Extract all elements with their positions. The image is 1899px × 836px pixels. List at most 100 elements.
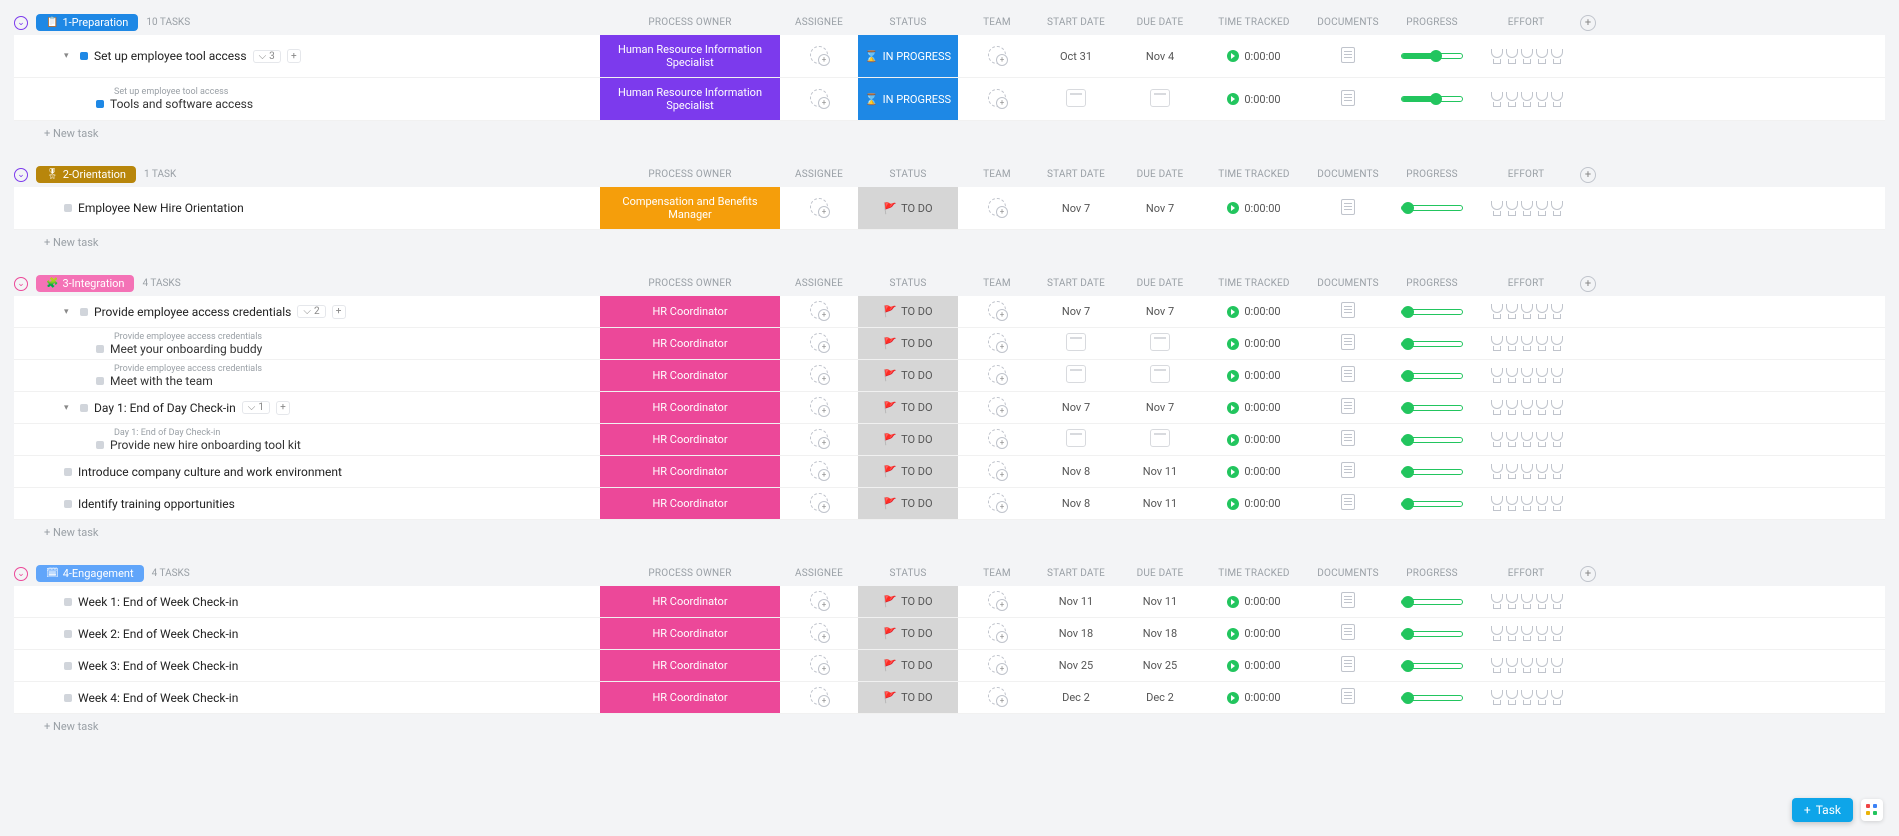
group-badge[interactable]: 🗓 4-Engagement xyxy=(36,565,144,582)
time-tracked-cell[interactable]: 0:00:00 xyxy=(1204,337,1304,350)
add-column-button[interactable]: + xyxy=(1580,566,1596,582)
task-name-cell[interactable]: Week 4: End of Week Check-in xyxy=(36,691,596,705)
process-owner-cell[interactable]: HR Coordinator xyxy=(600,618,780,649)
progress-cell[interactable] xyxy=(1392,631,1472,637)
time-tracked-cell[interactable]: 0:00:00 xyxy=(1204,659,1304,672)
documents-cell[interactable] xyxy=(1308,334,1388,353)
documents-cell[interactable] xyxy=(1308,199,1388,218)
new-task-link[interactable]: + New task xyxy=(14,520,1885,539)
collapse-group-icon[interactable]: ⌄ xyxy=(14,16,28,30)
status-cell-todo[interactable]: 🚩TO DO xyxy=(858,456,958,487)
status-cell-todo[interactable]: 🚩TO DO xyxy=(858,424,958,455)
apps-grid-button[interactable] xyxy=(1861,799,1883,821)
task-name-cell[interactable]: Employee New Hire Orientation xyxy=(36,201,596,215)
due-date-cell[interactable]: Nov 11 xyxy=(1120,595,1200,608)
progress-cell[interactable] xyxy=(1392,501,1472,507)
team-cell[interactable] xyxy=(962,687,1032,708)
task-name-cell[interactable]: Set up employee tool access Tools and so… xyxy=(36,87,596,111)
add-column-button[interactable]: + xyxy=(1580,167,1596,183)
due-date-cell[interactable]: Nov 7 xyxy=(1120,202,1200,215)
time-tracked-cell[interactable]: 0:00:00 xyxy=(1204,691,1304,704)
task-name-cell[interactable]: ▾ Set up employee tool access ⌵3+ xyxy=(36,49,596,63)
start-date-cell[interactable] xyxy=(1036,365,1116,386)
due-date-cell[interactable]: Nov 4 xyxy=(1120,50,1200,63)
assignee-cell[interactable] xyxy=(784,198,854,219)
task-name-cell[interactable]: Week 1: End of Week Check-in xyxy=(36,595,596,609)
play-timer-icon[interactable] xyxy=(1227,202,1239,214)
subtask-count-badge[interactable]: ⌵3 xyxy=(253,50,281,63)
status-cell-todo[interactable]: 🚩TO DO xyxy=(858,586,958,617)
effort-cell[interactable] xyxy=(1476,658,1576,673)
team-cell[interactable] xyxy=(962,591,1032,612)
play-timer-icon[interactable] xyxy=(1227,306,1239,318)
effort-cell[interactable] xyxy=(1476,496,1576,511)
team-cell[interactable] xyxy=(962,429,1032,450)
process-owner-cell[interactable]: Compensation and Benefits Manager xyxy=(600,187,780,229)
assignee-cell[interactable] xyxy=(784,89,854,110)
start-date-cell[interactable]: Nov 8 xyxy=(1036,497,1116,510)
task-name-cell[interactable]: Introduce company culture and work envir… xyxy=(36,465,596,479)
new-task-floating-button[interactable]: + Task xyxy=(1792,798,1853,822)
due-date-cell[interactable]: Nov 25 xyxy=(1120,659,1200,672)
time-tracked-cell[interactable]: 0:00:00 xyxy=(1204,305,1304,318)
play-timer-icon[interactable] xyxy=(1227,434,1239,446)
time-tracked-cell[interactable]: 0:00:00 xyxy=(1204,401,1304,414)
start-date-cell[interactable]: Nov 18 xyxy=(1036,627,1116,640)
start-date-cell[interactable] xyxy=(1036,333,1116,354)
play-timer-icon[interactable] xyxy=(1227,660,1239,672)
assignee-cell[interactable] xyxy=(784,397,854,418)
documents-cell[interactable] xyxy=(1308,656,1388,675)
time-tracked-cell[interactable]: 0:00:00 xyxy=(1204,50,1304,63)
time-tracked-cell[interactable]: 0:00:00 xyxy=(1204,465,1304,478)
task-name-cell[interactable]: Week 3: End of Week Check-in xyxy=(36,659,596,673)
process-owner-cell[interactable]: HR Coordinator xyxy=(600,586,780,617)
expand-subtasks-icon[interactable]: ▾ xyxy=(64,403,74,413)
group-badge[interactable]: 🧩 3-Integration xyxy=(36,275,134,292)
time-tracked-cell[interactable]: 0:00:00 xyxy=(1204,369,1304,382)
time-tracked-cell[interactable]: 0:00:00 xyxy=(1204,497,1304,510)
progress-cell[interactable] xyxy=(1392,309,1472,315)
due-date-cell[interactable] xyxy=(1120,333,1200,354)
assignee-cell[interactable] xyxy=(784,687,854,708)
start-date-cell[interactable]: Oct 31 xyxy=(1036,50,1116,63)
add-subtask-button[interactable]: + xyxy=(332,305,346,319)
process-owner-cell[interactable]: HR Coordinator xyxy=(600,392,780,423)
team-cell[interactable] xyxy=(962,655,1032,676)
documents-cell[interactable] xyxy=(1308,624,1388,643)
time-tracked-cell[interactable]: 0:00:00 xyxy=(1204,627,1304,640)
status-cell-todo[interactable]: 🚩TO DO xyxy=(858,360,958,391)
time-tracked-cell[interactable]: 0:00:00 xyxy=(1204,93,1304,106)
progress-cell[interactable] xyxy=(1392,405,1472,411)
status-cell-inprogress[interactable]: ⌛IN PROGRESS xyxy=(858,78,958,120)
status-cell-inprogress[interactable]: ⌛IN PROGRESS xyxy=(858,35,958,77)
status-cell-todo[interactable]: 🚩TO DO xyxy=(858,488,958,519)
documents-cell[interactable] xyxy=(1308,302,1388,321)
team-cell[interactable] xyxy=(962,461,1032,482)
subtask-count-badge[interactable]: ⌵1 xyxy=(242,401,270,414)
documents-cell[interactable] xyxy=(1308,592,1388,611)
effort-cell[interactable] xyxy=(1476,368,1576,383)
status-cell-todo[interactable]: 🚩TO DO xyxy=(858,296,958,327)
assignee-cell[interactable] xyxy=(784,365,854,386)
play-timer-icon[interactable] xyxy=(1227,692,1239,704)
process-owner-cell[interactable]: HR Coordinator xyxy=(600,682,780,713)
team-cell[interactable] xyxy=(962,397,1032,418)
assignee-cell[interactable] xyxy=(784,429,854,450)
collapse-group-icon[interactable]: ⌄ xyxy=(14,168,28,182)
play-timer-icon[interactable] xyxy=(1227,338,1239,350)
due-date-cell[interactable]: Nov 7 xyxy=(1120,401,1200,414)
task-name-cell[interactable]: Provide employee access credentials Meet… xyxy=(36,332,596,356)
team-cell[interactable] xyxy=(962,493,1032,514)
new-task-link[interactable]: + New task xyxy=(14,230,1885,249)
play-timer-icon[interactable] xyxy=(1227,93,1239,105)
assignee-cell[interactable] xyxy=(784,623,854,644)
add-column-button[interactable]: + xyxy=(1580,15,1596,31)
play-timer-icon[interactable] xyxy=(1227,370,1239,382)
start-date-cell[interactable]: Nov 7 xyxy=(1036,202,1116,215)
due-date-cell[interactable] xyxy=(1120,365,1200,386)
progress-cell[interactable] xyxy=(1392,663,1472,669)
effort-cell[interactable] xyxy=(1476,594,1576,609)
effort-cell[interactable] xyxy=(1476,432,1576,447)
assignee-cell[interactable] xyxy=(784,333,854,354)
team-cell[interactable] xyxy=(962,301,1032,322)
